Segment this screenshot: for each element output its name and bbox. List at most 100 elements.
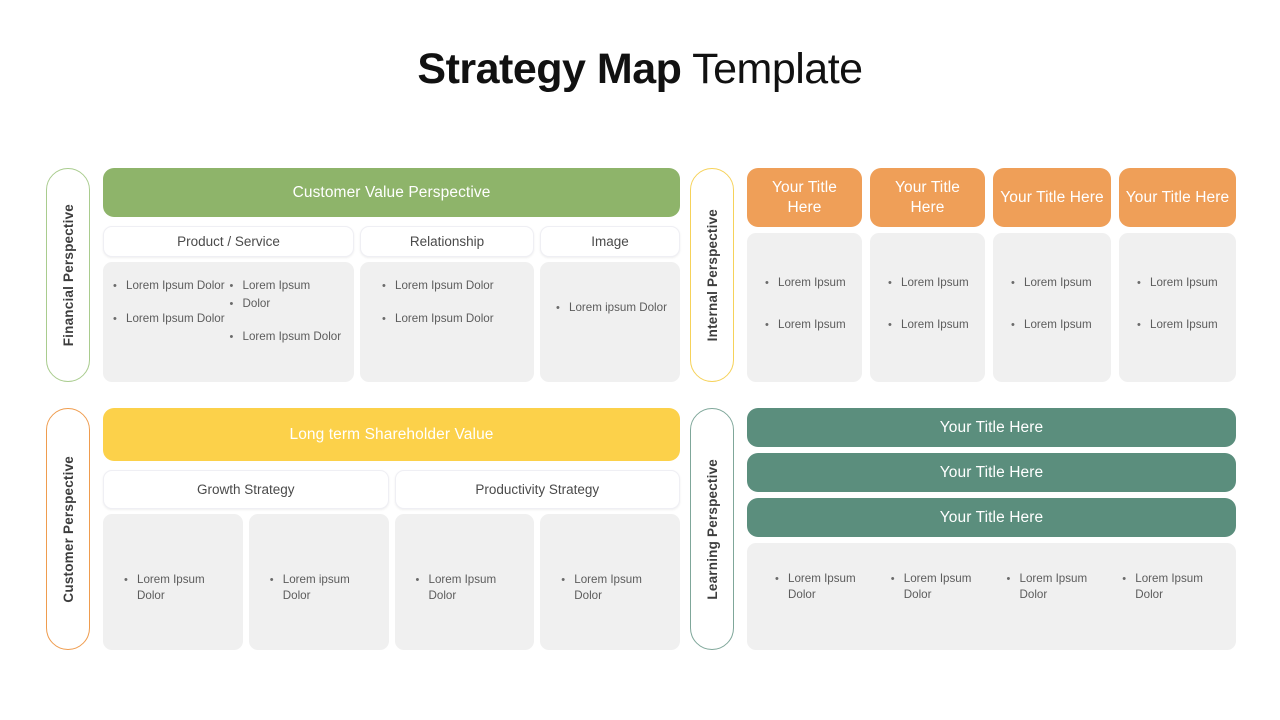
internal-card-1: Your Title Here Lorem Ipsum Lorem Ipsum xyxy=(870,168,985,382)
perspective-tab-learning-label: Learning Perspective xyxy=(704,458,720,600)
strategy-group-1-label: Productivity Strategy xyxy=(475,482,600,497)
bullet-list: Lorem Ipsum Lorem Ipsum xyxy=(993,233,1111,333)
list-item: Lorem Ipsum Dolor xyxy=(382,311,522,327)
internal-card-0-header[interactable]: Your Title Here xyxy=(747,168,862,227)
list-item: Lorem Ipsum Dolor xyxy=(382,278,522,294)
financial-column-product-service: Product / Service Lorem Ipsum Dolor Lore… xyxy=(103,226,354,382)
internal-card-0-title: Your Title Here xyxy=(771,178,838,216)
financial-column-relationship: Relationship Lorem Ipsum Dolor Lorem Ips… xyxy=(360,226,534,382)
internal-card-3-title: Your Title Here xyxy=(1125,188,1230,206)
financial-body: Customer Value Perspective Product / Ser… xyxy=(103,168,680,382)
learning-bar-0[interactable]: Your Title Here xyxy=(747,408,1236,447)
strategy-group-1-boxes: Lorem Ipsum Dolor Lorem Ipsum Dolor xyxy=(394,514,680,650)
customer-body: Long term Shareholder Value Growth Strat… xyxy=(103,408,680,650)
bullet-list: Lorem Ipsum Lorem Ipsum xyxy=(870,233,985,333)
financial-bullets-subcol-right: Lorem Ipsum Dolor Lorem Ipsum Dolor xyxy=(230,278,343,345)
list-item: Lorem Ipsum xyxy=(1011,275,1105,291)
bullet-list: Lorem Ipsum Dolor xyxy=(891,571,997,603)
internal-card-3-header[interactable]: Your Title Here xyxy=(1119,168,1236,227)
strategy-group-1-header[interactable]: Productivity Strategy xyxy=(394,470,680,509)
perspective-tab-customer-label: Customer Perspective xyxy=(60,455,76,603)
list-item: Dolor xyxy=(230,296,343,312)
quadrant-financial-perspective: Financial Perspective Customer Value Per… xyxy=(46,168,680,382)
internal-card-0-body: Lorem Ipsum Lorem Ipsum xyxy=(747,233,862,382)
internal-body: Your Title Here Lorem Ipsum Lorem Ipsum … xyxy=(747,168,1236,382)
perspective-tab-financial[interactable]: Financial Perspective xyxy=(46,168,90,382)
bullet-list: Lorem Ipsum Dolor Lorem Ipsum Dolor xyxy=(113,278,226,327)
financial-banner[interactable]: Customer Value Perspective xyxy=(103,168,680,217)
internal-card-3: Your Title Here Lorem Ipsum Lorem Ipsum xyxy=(1119,168,1236,382)
list-item: Lorem Ipsum xyxy=(1137,275,1230,291)
list-item: Lorem ipsum Dolor xyxy=(270,572,381,604)
bullet-list: Lorem Ipsum Dolor xyxy=(230,329,343,345)
list-item: Lorem Ipsum xyxy=(230,278,343,294)
financial-column-header-1[interactable]: Relationship xyxy=(360,226,534,257)
financial-content-box-0: Lorem Ipsum Dolor Lorem Ipsum Dolor Lore… xyxy=(103,262,354,382)
financial-content-box-1: Lorem Ipsum Dolor Lorem Ipsum Dolor xyxy=(360,262,534,382)
learning-bar-1[interactable]: Your Title Here xyxy=(747,453,1236,492)
internal-card-2-header[interactable]: Your Title Here xyxy=(993,168,1111,227)
internal-cards: Your Title Here Lorem Ipsum Lorem Ipsum … xyxy=(747,168,1236,382)
list-item: Lorem Ipsum Dolor xyxy=(124,572,235,604)
list-item: Lorem Ipsum Dolor xyxy=(1007,571,1113,603)
bullet-list: Lorem ipsum Dolor xyxy=(249,514,389,604)
bullet-list: Lorem ipsum Dolor xyxy=(540,262,680,316)
customer-banner-label: Long term Shareholder Value xyxy=(289,425,494,443)
list-item: Lorem Ipsum xyxy=(1011,317,1105,333)
strategy-group-0-boxes: Lorem Ipsum Dolor Lorem ipsum Dolor xyxy=(103,514,389,650)
perspective-tab-customer[interactable]: Customer Perspective xyxy=(46,408,90,650)
financial-banner-label: Customer Value Perspective xyxy=(292,183,491,201)
financial-column-header-2-label: Image xyxy=(591,234,629,249)
internal-card-1-body: Lorem Ipsum Lorem Ipsum xyxy=(870,233,985,382)
perspective-tab-internal-label: Internal Perspective xyxy=(704,208,720,342)
learning-bar-2-label: Your Title Here xyxy=(939,508,1044,526)
learning-bullet-column: Lorem Ipsum Dolor xyxy=(891,571,997,603)
internal-card-1-title: Your Title Here xyxy=(894,178,961,216)
strategy-group-0-header[interactable]: Growth Strategy xyxy=(103,470,389,509)
list-item: Lorem Ipsum Dolor xyxy=(113,278,226,294)
strategy-box: Lorem Ipsum Dolor xyxy=(103,514,243,650)
strategy-box: Lorem ipsum Dolor xyxy=(248,514,389,650)
financial-column-image: Image Lorem ipsum Dolor xyxy=(540,226,680,382)
internal-card-1-header[interactable]: Your Title Here xyxy=(870,168,985,227)
bullet-list: Lorem Ipsum Dolor Lorem Ipsum Dolor xyxy=(360,262,534,327)
bullet-list: Lorem Ipsum Dolor xyxy=(540,514,680,604)
list-item: Lorem Ipsum xyxy=(888,317,979,333)
financial-column-header-0-label: Product / Service xyxy=(177,234,280,249)
list-item: Lorem Ipsum xyxy=(765,275,856,291)
learning-bullet-column: Lorem Ipsum Dolor xyxy=(1122,571,1228,603)
internal-card-2-body: Lorem Ipsum Lorem Ipsum xyxy=(993,233,1111,382)
perspective-tab-learning[interactable]: Learning Perspective xyxy=(690,408,734,650)
learning-bar-2[interactable]: Your Title Here xyxy=(747,498,1236,537)
financial-column-header-2[interactable]: Image xyxy=(540,226,680,257)
list-item: Lorem Ipsum Dolor xyxy=(775,571,881,603)
list-item: Lorem Ipsum xyxy=(1137,317,1230,333)
quadrant-learning-perspective: Learning Perspective Your Title Here You… xyxy=(690,408,1236,650)
bullet-list: Lorem Ipsum Dolor xyxy=(775,571,881,603)
learning-bullet-columns: Lorem Ipsum Dolor Lorem Ipsum Dolor Lore… xyxy=(747,543,1236,603)
strategy-group-growth: Growth Strategy Lorem Ipsum Dolor Lorem … xyxy=(103,470,389,650)
financial-bullets-split: Lorem Ipsum Dolor Lorem Ipsum Dolor Lore… xyxy=(103,262,354,345)
strategy-group-0-label: Growth Strategy xyxy=(196,482,295,497)
financial-column-header-0[interactable]: Product / Service xyxy=(103,226,354,257)
perspective-tab-internal[interactable]: Internal Perspective xyxy=(690,168,734,382)
list-item: Lorem Ipsum Dolor xyxy=(113,311,226,327)
bullet-list: Lorem Ipsum Lorem Ipsum xyxy=(747,233,862,333)
financial-bullets-subcol-left: Lorem Ipsum Dolor Lorem Ipsum Dolor xyxy=(113,278,226,345)
internal-card-2-title: Your Title Here xyxy=(1000,188,1104,206)
list-item: Lorem Ipsum Dolor xyxy=(891,571,997,603)
quadrant-internal-perspective: Internal Perspective Your Title Here Lor… xyxy=(690,168,1236,382)
page-title-light: Template xyxy=(681,45,863,93)
list-item: Lorem Ipsum Dolor xyxy=(561,572,672,604)
quadrant-customer-perspective: Customer Perspective Long term Sharehold… xyxy=(46,408,680,650)
learning-body: Your Title Here Your Title Here Your Tit… xyxy=(747,408,1236,650)
customer-banner[interactable]: Long term Shareholder Value xyxy=(103,408,680,461)
internal-card-3-body: Lorem Ipsum Lorem Ipsum xyxy=(1119,233,1236,382)
internal-card-0: Your Title Here Lorem Ipsum Lorem Ipsum xyxy=(747,168,862,382)
strategy-map-board: Financial Perspective Customer Value Per… xyxy=(46,168,1236,650)
strategy-box: Lorem Ipsum Dolor xyxy=(394,514,535,650)
list-item: Lorem Ipsum xyxy=(765,317,856,333)
strategy-group-productivity: Productivity Strategy Lorem Ipsum Dolor … xyxy=(394,470,680,650)
perspective-tab-financial-label: Financial Perspective xyxy=(60,203,76,347)
learning-bullet-column: Lorem Ipsum Dolor xyxy=(1007,571,1113,603)
